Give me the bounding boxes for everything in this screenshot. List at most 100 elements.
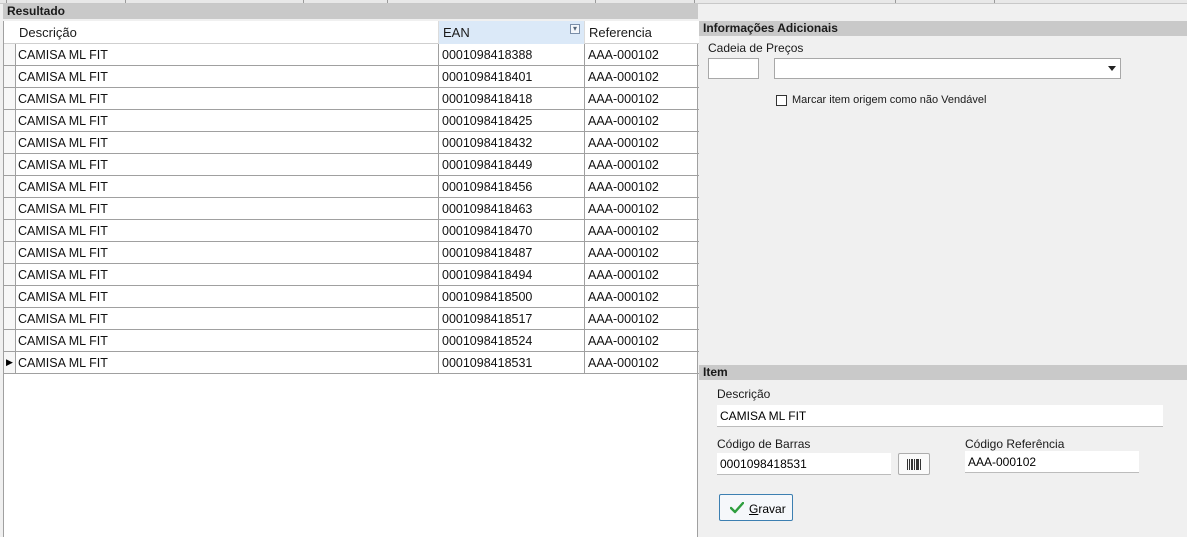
row-indicator[interactable] [4,176,16,197]
table-row[interactable]: CAMISA ML FIT 0001098418449 AAA-000102 [4,154,699,176]
cell-ean[interactable]: 0001098418432 [439,132,585,153]
row-indicator[interactable] [4,44,16,65]
cadeia-code-input[interactable] [708,58,759,79]
cell-ean[interactable]: 0001098418425 [439,110,585,131]
column-header-referencia[interactable]: Referencia [585,21,699,44]
cell-ean[interactable]: 0001098418470 [439,220,585,241]
table-row[interactable]: CAMISA ML FIT 0001098418500 AAA-000102 [4,286,699,308]
descricao-input[interactable]: CAMISA ML FIT [717,405,1163,427]
cell-referencia[interactable]: AAA-000102 [585,176,699,197]
nao-vendavel-checkbox[interactable] [776,95,787,106]
cell-descricao[interactable]: CAMISA ML FIT [16,220,439,241]
cell-descricao[interactable]: CAMISA ML FIT [16,352,439,373]
cell-referencia[interactable]: AAA-000102 [585,264,699,285]
table-row[interactable]: CAMISA ML FIT 0001098418388 AAA-000102 [4,44,699,66]
cell-descricao[interactable]: CAMISA ML FIT [16,44,439,65]
cell-descricao[interactable]: CAMISA ML FIT [16,330,439,351]
cadeia-precos-select[interactable] [774,58,1121,79]
cell-referencia[interactable]: AAA-000102 [585,66,699,87]
table-row[interactable]: CAMISA ML FIT 0001098418401 AAA-000102 [4,66,699,88]
results-grid[interactable]: Descrição EAN ▾ Referencia CAMISA ML FIT… [3,21,699,537]
row-indicator[interactable] [4,220,16,241]
cell-referencia[interactable]: AAA-000102 [585,242,699,263]
cell-referencia[interactable]: AAA-000102 [585,154,699,175]
column-header-ean[interactable]: EAN ▾ [439,21,585,44]
cell-ean[interactable]: 0001098418531 [439,352,585,373]
codigo-barras-label: Código de Barras [717,437,811,451]
barcode-button[interactable] [898,453,930,475]
row-indicator[interactable] [4,88,16,109]
cell-referencia[interactable]: AAA-000102 [585,330,699,351]
column-header-descricao[interactable]: Descrição [16,21,439,44]
table-row[interactable]: CAMISA ML FIT 0001098418517 AAA-000102 [4,308,699,330]
table-row[interactable]: CAMISA ML FIT 0001098418470 AAA-000102 [4,220,699,242]
table-row[interactable]: CAMISA ML FIT 0001098418463 AAA-000102 [4,198,699,220]
resultado-header: Resultado [3,4,698,19]
top-field-2 [303,0,388,3]
cell-descricao[interactable]: CAMISA ML FIT [16,176,439,197]
cell-ean[interactable]: 0001098418388 [439,44,585,65]
cell-descricao[interactable]: CAMISA ML FIT [16,286,439,307]
filter-icon[interactable]: ▾ [570,24,580,34]
cell-ean[interactable]: 0001098418494 [439,264,585,285]
table-row[interactable]: CAMISA ML FIT 0001098418487 AAA-000102 [4,242,699,264]
row-indicator[interactable]: ▶ [4,352,16,373]
cell-descricao[interactable]: CAMISA ML FIT [16,308,439,329]
cell-referencia[interactable]: AAA-000102 [585,308,699,329]
cell-ean[interactable]: 0001098418418 [439,88,585,109]
cell-descricao[interactable]: CAMISA ML FIT [16,110,439,131]
row-indicator[interactable] [4,66,16,87]
grid-rows: CAMISA ML FIT 0001098418388 AAA-000102 CAMI… [4,44,699,374]
row-indicator[interactable] [4,242,16,263]
gravar-button[interactable]: Gravar [719,494,793,521]
table-row[interactable]: CAMISA ML FIT 0001098418524 AAA-000102 [4,330,699,352]
cell-ean[interactable]: 0001098418456 [439,176,585,197]
top-field-1 [6,0,126,3]
row-indicator[interactable] [4,154,16,175]
codigo-barras-input[interactable]: 0001098418531 [717,453,891,475]
cell-descricao[interactable]: CAMISA ML FIT [16,264,439,285]
table-row[interactable]: CAMISA ML FIT 0001098418432 AAA-000102 [4,132,699,154]
row-indicator[interactable] [4,308,16,329]
cell-descricao[interactable]: CAMISA ML FIT [16,66,439,87]
row-indicator[interactable] [4,132,16,153]
row-indicator[interactable] [4,330,16,351]
top-field-4 [895,0,995,3]
cell-ean[interactable]: 0001098418487 [439,242,585,263]
codigo-referencia-input[interactable]: AAA-000102 [965,451,1139,473]
column-header-ean-label: EAN [443,25,470,40]
cell-referencia[interactable]: AAA-000102 [585,88,699,109]
cell-ean[interactable]: 0001098418463 [439,198,585,219]
cell-descricao[interactable]: CAMISA ML FIT [16,88,439,109]
table-row[interactable]: CAMISA ML FIT 0001098418494 AAA-000102 [4,264,699,286]
table-row[interactable]: CAMISA ML FIT 0001098418425 AAA-000102 [4,110,699,132]
cell-referencia[interactable]: AAA-000102 [585,220,699,241]
cell-ean[interactable]: 0001098418500 [439,286,585,307]
cell-referencia[interactable]: AAA-000102 [585,286,699,307]
row-indicator[interactable] [4,198,16,219]
grid-header: Descrição EAN ▾ Referencia [4,21,699,44]
cell-descricao[interactable]: CAMISA ML FIT [16,132,439,153]
cell-ean[interactable]: 0001098418524 [439,330,585,351]
cell-descricao[interactable]: CAMISA ML FIT [16,198,439,219]
table-row[interactable]: CAMISA ML FIT 0001098418456 AAA-000102 [4,176,699,198]
cell-descricao[interactable]: CAMISA ML FIT [16,154,439,175]
row-indicator[interactable] [4,264,16,285]
cell-ean[interactable]: 0001098418517 [439,308,585,329]
row-indicator[interactable] [4,286,16,307]
cell-referencia[interactable]: AAA-000102 [585,44,699,65]
checkmark-icon [730,502,744,514]
cell-referencia[interactable]: AAA-000102 [585,198,699,219]
codigo-referencia-label: Código Referência [965,437,1065,451]
cell-ean[interactable]: 0001098418401 [439,66,585,87]
table-row[interactable]: ▶ CAMISA ML FIT 0001098418531 AAA-000102 [4,352,699,374]
cell-referencia[interactable]: AAA-000102 [585,132,699,153]
cell-referencia[interactable]: AAA-000102 [585,352,699,373]
row-indicator[interactable] [4,110,16,131]
table-row[interactable]: CAMISA ML FIT 0001098418418 AAA-000102 [4,88,699,110]
chevron-down-icon[interactable] [1108,66,1116,71]
cell-ean[interactable]: 0001098418449 [439,154,585,175]
nao-vendavel-label[interactable]: Marcar item origem como não Vendável [792,94,986,106]
cell-descricao[interactable]: CAMISA ML FIT [16,242,439,263]
cell-referencia[interactable]: AAA-000102 [585,110,699,131]
